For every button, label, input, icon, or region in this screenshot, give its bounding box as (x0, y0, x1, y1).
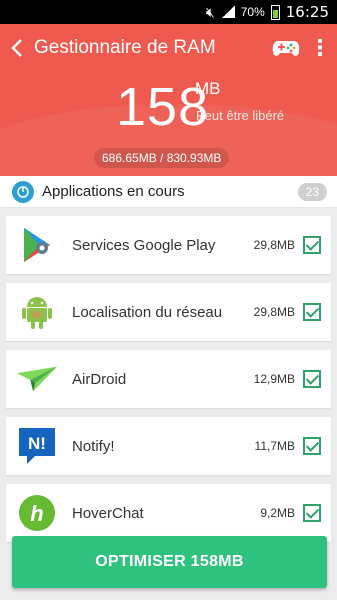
mute-icon: 🔇︎ (205, 3, 215, 20)
overflow-menu-icon[interactable]: ⋮ (303, 24, 337, 72)
app-name: Localisation du réseau (72, 303, 223, 321)
back-icon[interactable] (0, 24, 34, 72)
signal-icon (220, 6, 235, 18)
google-play-services-icon (16, 224, 58, 266)
optimize-button[interactable]: OPTIMISER 158MB (12, 536, 327, 588)
page-title: Gestionnaire de RAM (34, 37, 216, 58)
ram-header: Gestionnaire de RAM ⋮ 158 MB Peut être l… (0, 24, 337, 176)
app-size: 11,7MB (254, 439, 295, 453)
freeable-ram-label: Peut être libéré (196, 108, 285, 123)
svg-text:h: h (30, 501, 43, 526)
app-name: HoverChat (72, 504, 144, 522)
app-bar: Gestionnaire de RAM ⋮ (0, 24, 337, 72)
running-apps-header: Applications en cours 23 (0, 176, 337, 208)
app-name: Notify! (72, 437, 115, 455)
app-checkbox[interactable] (303, 504, 321, 522)
app-checkbox[interactable] (303, 437, 321, 455)
memory-usage-pill: 686.65MB / 830.93MB (94, 148, 230, 168)
app-row-airdroid[interactable]: AirDroid 12,9MB (6, 350, 331, 408)
app-checkbox[interactable] (303, 370, 321, 388)
svg-text:N!: N! (28, 434, 46, 453)
running-apps-count: 23 (297, 182, 327, 201)
clock: 16:25 (285, 3, 329, 21)
app-name: Services Google Play (72, 236, 216, 254)
app-name: AirDroid (72, 370, 127, 388)
battery-percent: 70% (240, 5, 265, 19)
app-row-network-location[interactable]: Localisation du réseau 29,8MB (6, 283, 331, 341)
app-size: 29,8MB (253, 305, 295, 319)
hoverchat-icon: h (16, 492, 58, 534)
app-checkbox[interactable] (303, 303, 321, 321)
airdroid-icon (16, 358, 58, 400)
app-row-google-play-services[interactable]: Services Google Play 29,8MB (6, 216, 331, 274)
status-bar: 🔇︎ 70% 16:25 (0, 0, 337, 24)
notify-icon: N! (16, 425, 58, 467)
app-size: 29,8MB (253, 238, 295, 252)
battery-icon (270, 4, 280, 20)
freeable-ram-unit: MB (195, 79, 221, 98)
gamepad-icon[interactable] (269, 24, 303, 72)
app-row-hoverchat[interactable]: h HoverChat 9,2MB (6, 484, 331, 542)
running-apps-title: Applications en cours (42, 183, 185, 200)
app-checkbox[interactable] (303, 236, 321, 254)
android-robot-icon (16, 291, 58, 333)
radar-icon (12, 180, 34, 203)
app-size: 9,2MB (260, 506, 295, 520)
app-row-notify[interactable]: N! Notify! 11,7MB (6, 417, 331, 475)
app-size: 12,9MB (253, 372, 295, 386)
